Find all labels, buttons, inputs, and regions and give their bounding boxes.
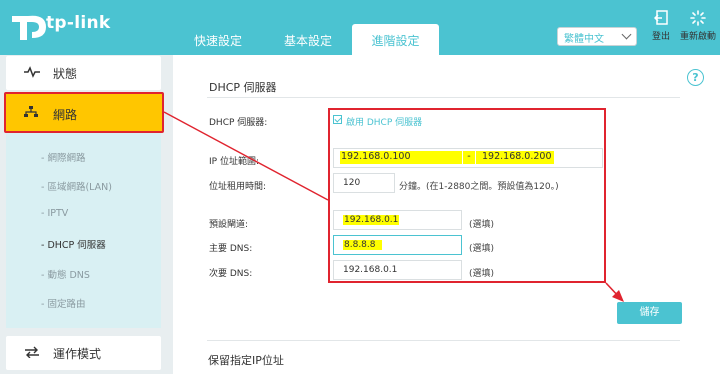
divider [207, 340, 680, 341]
section-title-reserved: 保留指定IP位址 [208, 354, 284, 367]
primary-dns-label: 主要 DNS: [209, 244, 253, 254]
tab-advanced[interactable]: 進階設定 [352, 24, 439, 55]
top-header: tp-link 快速設定 基本設定 進階設定 繁體中文 登出 重新啟動 [0, 0, 720, 55]
divider [207, 97, 680, 98]
subitem-label: 固定路由 [47, 299, 86, 310]
sidebar-item-label: 網路 [53, 108, 78, 122]
lease-time-label: 位址租用時間: [209, 182, 267, 192]
reboot-button[interactable]: 重新啟動 [678, 10, 718, 42]
sidebar-item-operation-mode[interactable]: 運作模式 [6, 336, 161, 370]
dhcp-server-label: DHCP 伺服器: [209, 118, 268, 128]
sidebar-subitem-internet[interactable]: - 網際網路 [41, 150, 85, 164]
reboot-icon [690, 10, 706, 26]
sidebar-item-network[interactable]: 網路 [4, 92, 164, 133]
default-gateway-label: 預設閘道: [209, 220, 249, 230]
save-button[interactable]: 儲存 [617, 302, 682, 324]
language-value: 繁體中文 [564, 34, 604, 45]
ip-range-label: IP 位址範圍: [209, 157, 259, 167]
sidebar-subitem-static-routing[interactable]: - 固定路由 [41, 296, 85, 310]
subitem-label: IPTV [47, 208, 69, 219]
sidebar-item-label: 運作模式 [53, 347, 102, 361]
language-select[interactable]: 繁體中文 [557, 27, 637, 46]
sidebar-subitem-lan[interactable]: - 區域網路(LAN) [41, 179, 112, 193]
logout-label: 登出 [651, 32, 670, 42]
sidebar-item-label: 狀態 [53, 67, 78, 81]
secondary-dns-label: 次要 DNS: [209, 269, 253, 279]
tab-quick-setup[interactable]: 快速設定 [194, 32, 242, 49]
subitem-label: 動態 DNS [47, 270, 90, 281]
logout-button[interactable]: 登出 [641, 10, 681, 42]
pulse-icon [24, 66, 40, 78]
network-icon [24, 106, 38, 117]
sidebar-item-status[interactable]: 狀態 [6, 56, 161, 90]
swap-arrows-icon [25, 346, 39, 358]
brand-name: tp-link [46, 13, 111, 33]
tab-advanced-label: 進階設定 [371, 34, 420, 48]
subitem-label: 區域網路(LAN) [47, 182, 112, 193]
chevron-down-icon [621, 29, 632, 40]
subitem-label: 網際網路 [47, 153, 86, 164]
tab-basic[interactable]: 基本設定 [284, 32, 332, 49]
sidebar-subitem-iptv[interactable]: - IPTV [41, 208, 68, 219]
sidebar-subitem-ddns[interactable]: - 動態 DNS [41, 267, 90, 281]
sidebar-subitem-dhcp[interactable]: - DHCP 伺服器 [41, 237, 106, 251]
annotation-box [328, 108, 606, 283]
reboot-label: 重新啟動 [679, 32, 716, 42]
help-icon[interactable]: ? [687, 69, 704, 86]
subitem-label: DHCP 伺服器 [47, 240, 106, 251]
logout-icon [653, 10, 668, 25]
section-title-dhcp: DHCP 伺服器 [209, 81, 277, 94]
